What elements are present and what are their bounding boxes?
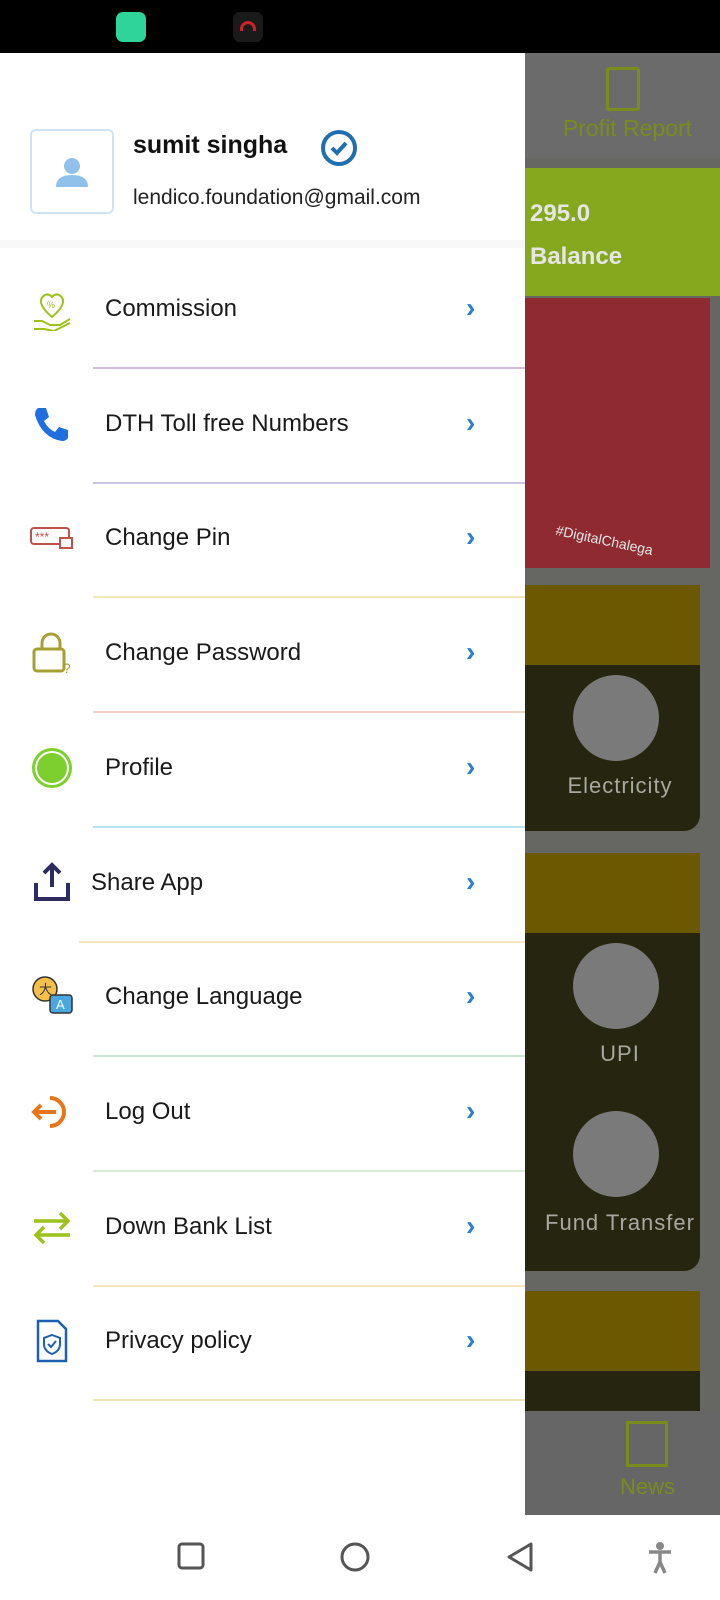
drawer-header: sumit singha lendico.foundation@gmail.co… (0, 53, 525, 248)
drawer-item-profile[interactable]: Profile › (0, 713, 525, 828)
drawer-item-down-bank-list[interactable]: Down Bank List › (0, 1172, 525, 1287)
drawer-item-change-password[interactable]: ? Change Password › (0, 598, 525, 714)
chevron-right-icon: › (466, 406, 476, 438)
chevron-right-icon: › (466, 1094, 476, 1126)
balance-amount: 295.0 (530, 200, 591, 227)
recents-button[interactable] (176, 1541, 206, 1571)
tile-upi: UPI (600, 1041, 640, 1066)
chevron-right-icon: › (466, 1324, 476, 1356)
drawer-item-label: DTH Toll free Numbers (105, 409, 349, 437)
banner-text: #DigitalChalega (554, 521, 655, 559)
svg-text:***: *** (35, 530, 49, 544)
language-icon: 大A (32, 976, 73, 1014)
balance-label: Balance (530, 243, 623, 270)
privacy-shield-icon (36, 1320, 68, 1363)
drawer-item-label: Commission (105, 295, 238, 322)
user-email: lendico.foundation@gmail.com (133, 186, 421, 209)
promo-banner: #DigitalChalega (525, 298, 710, 568)
transfer-arrows-icon (33, 1211, 71, 1244)
user-icon (56, 158, 88, 187)
system-nav-bar (0, 1515, 720, 1600)
red-app-icon (233, 12, 263, 42)
pin-lock-icon: *** (30, 527, 73, 550)
navigation-drawer: sumit singha lendico.foundation@gmail.co… (0, 53, 525, 1515)
chevron-right-icon: › (466, 636, 476, 668)
drawer-item-label: Change Language (105, 983, 303, 1011)
chevron-right-icon: › (466, 750, 476, 782)
electricity-icon (573, 675, 659, 761)
share-icon (34, 861, 70, 901)
avatar[interactable] (30, 129, 114, 214)
drawer-item-share-app[interactable]: Share App › (0, 828, 525, 943)
chevron-right-icon: › (466, 865, 476, 897)
drawer-item-log-out[interactable]: Log Out › (0, 1057, 525, 1172)
tile-fund-transfer: Fund Transfer (545, 1210, 695, 1235)
drawer-item-label: Privacy policy (105, 1327, 252, 1355)
chevron-right-icon: › (466, 292, 476, 323)
drawer-item-label: Profile (105, 753, 174, 781)
drawer-item-label: Share App (91, 868, 204, 896)
drawer-item-label: Log Out (105, 1097, 191, 1125)
drawer-item-commission[interactable]: % Commission › (0, 254, 525, 369)
home-button[interactable] (339, 1541, 371, 1573)
user-name: sumit singha (133, 131, 288, 159)
logout-icon (31, 1095, 66, 1128)
drawer-item-label: Change Password (105, 639, 302, 667)
drawer-item-change-language[interactable]: 大 A Change Language › (0, 942, 525, 1058)
back-button[interactable] (505, 1541, 535, 1573)
messages-app-icon (116, 12, 146, 42)
divider (93, 1399, 525, 1402)
padlock-icon: ? (32, 632, 71, 675)
drawer-item-privacy-policy[interactable]: Privacy policy › (0, 1286, 525, 1402)
commission-icon: % (34, 293, 71, 331)
status-bar (0, 0, 720, 53)
fund-transfer-icon (573, 1111, 659, 1197)
drawer-item-dth-toll-free-numbers[interactable]: DTH Toll free Numbers › (0, 369, 525, 484)
profile-icon (32, 747, 72, 788)
news-icon (626, 1421, 668, 1467)
svg-text:A: A (56, 997, 65, 1012)
chevron-right-icon: › (466, 521, 476, 553)
chevron-right-icon: › (466, 980, 476, 1012)
drawer-item-label: Change Pin (105, 524, 231, 552)
phone-icon (35, 407, 68, 441)
svg-text:大: 大 (39, 982, 52, 997)
bottom-nav-news: News (620, 1474, 676, 1499)
chevron-right-icon: › (466, 1209, 476, 1241)
verified-icon (321, 130, 357, 166)
tile-electricity: Electricity (567, 773, 673, 798)
profit-report-label: Profit Report (562, 115, 692, 141)
profit-report-icon (606, 67, 640, 111)
drawer-item-change-pin[interactable]: *** Change Pin › (0, 483, 525, 599)
drawer-item-label: Down Bank List (105, 1212, 272, 1240)
svg-text:?: ? (63, 660, 71, 675)
svg-text:%: % (47, 300, 55, 310)
accessibility-button[interactable] (647, 1541, 673, 1575)
upi-icon (573, 943, 659, 1029)
